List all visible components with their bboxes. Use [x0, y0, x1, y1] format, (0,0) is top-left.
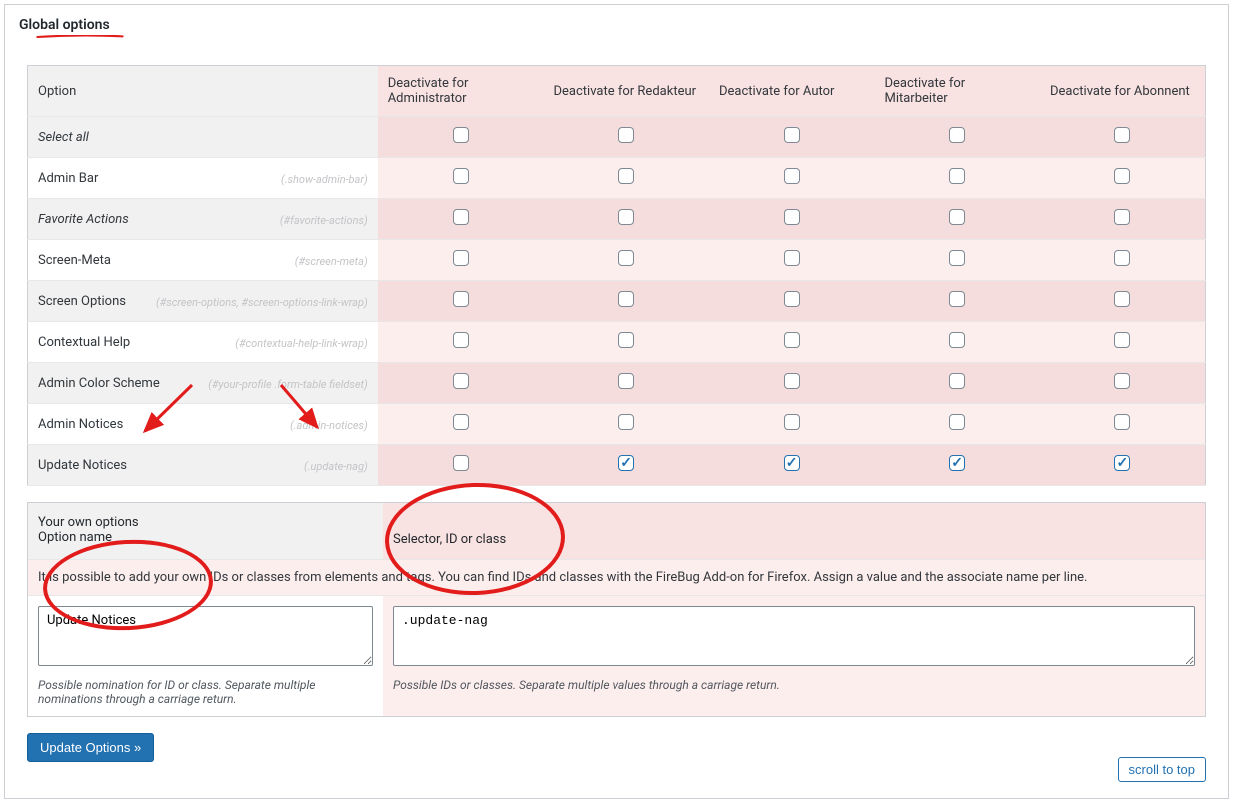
option-checkbox[interactable]	[1114, 209, 1130, 225]
option-slug: (#favorite-actions)	[280, 212, 368, 227]
option-checkbox[interactable]	[784, 127, 800, 143]
option-label: Select all	[38, 130, 89, 145]
option-checkbox[interactable]	[618, 209, 634, 225]
table-row: Contextual Help (#contextual-help-link-wr…	[28, 322, 1206, 363]
option-checkbox[interactable]	[618, 250, 634, 266]
option-checkbox[interactable]	[949, 250, 965, 266]
option-slug: (#screen-options, #screen-options-link-w…	[156, 294, 368, 309]
option-checkbox[interactable]	[784, 250, 800, 266]
table-row: Favorite Actions (#favorite-actions)	[28, 199, 1206, 240]
option-label: Favorite Actions	[38, 212, 129, 227]
option-label: Admin Notices	[38, 417, 123, 432]
option-checkbox[interactable]	[1114, 291, 1130, 307]
panel-body: Option Deactivate for Administrator Deac…	[5, 65, 1228, 782]
table-row: Screen Options (#screen-options, #screen-…	[28, 281, 1206, 322]
option-label: Update Notices	[38, 458, 127, 473]
option-checkbox[interactable]	[1114, 250, 1130, 266]
option-label: Screen-Meta	[38, 253, 111, 268]
scroll-to-top-button[interactable]: scroll to top	[1118, 757, 1206, 782]
option-checkbox[interactable]	[949, 127, 965, 143]
option-checkbox[interactable]	[453, 209, 469, 225]
table-row: Admin Color Scheme (#your-profile .form-t…	[28, 363, 1206, 404]
table-row: Screen-Meta (#screen-meta)	[28, 240, 1206, 281]
option-checkbox[interactable]	[618, 168, 634, 184]
col-header-admin: Deactivate for Administrator	[378, 66, 544, 117]
option-checkbox[interactable]	[453, 250, 469, 266]
option-label: Admin Color Scheme	[38, 376, 160, 391]
col-header-abonnent: Deactivate for Abonnent	[1040, 66, 1206, 117]
option-checkbox[interactable]	[784, 332, 800, 348]
option-checkbox[interactable]	[784, 414, 800, 430]
option-checkbox[interactable]	[618, 373, 634, 389]
option-checkbox[interactable]	[784, 455, 800, 471]
option-checkbox[interactable]	[949, 414, 965, 430]
own-name-label: Option name	[38, 530, 373, 545]
col-header-mitarbeiter: Deactivate for Mitarbeiter	[874, 66, 1040, 117]
option-checkbox[interactable]	[453, 127, 469, 143]
update-options-button[interactable]: Update Options »	[27, 733, 154, 762]
option-checkbox[interactable]	[1114, 373, 1130, 389]
option-checkbox[interactable]	[949, 373, 965, 389]
option-slug: (#your-profile .form-table fieldset)	[208, 376, 368, 391]
option-checkbox[interactable]	[784, 168, 800, 184]
option-checkbox[interactable]	[453, 291, 469, 307]
option-checkbox[interactable]	[453, 168, 469, 184]
own-options-description: It is possible to add your own IDs or cl…	[28, 560, 1205, 596]
option-checkbox[interactable]	[949, 168, 965, 184]
option-slug: (#screen-meta)	[295, 253, 368, 268]
own-options-heading: Your own options	[38, 515, 373, 530]
table-row: Select all	[28, 117, 1206, 158]
option-checkbox[interactable]	[949, 291, 965, 307]
own-selector-input[interactable]	[393, 606, 1195, 666]
option-checkbox[interactable]	[784, 291, 800, 307]
own-options-box: Your own options Option name Selector, I…	[27, 502, 1206, 717]
option-slug: (.show-admin-bar)	[281, 171, 368, 186]
table-row: Update Notices (.update-nag)	[28, 445, 1206, 486]
option-checkbox[interactable]	[453, 373, 469, 389]
option-checkbox[interactable]	[1114, 455, 1130, 471]
own-selector-label: Selector, ID or class	[393, 532, 1195, 547]
option-checkbox[interactable]	[949, 209, 965, 225]
own-name-input[interactable]	[38, 606, 373, 666]
option-checkbox[interactable]	[453, 332, 469, 348]
option-checkbox[interactable]	[1114, 332, 1130, 348]
option-checkbox[interactable]	[618, 332, 634, 348]
options-table: Option Deactivate for Administrator Deac…	[27, 65, 1206, 486]
option-checkbox[interactable]	[453, 414, 469, 430]
option-checkbox[interactable]	[949, 332, 965, 348]
option-checkbox[interactable]	[949, 455, 965, 471]
option-label: Admin Bar	[38, 171, 98, 186]
option-label: Contextual Help	[38, 335, 130, 350]
col-header-autor: Deactivate for Autor	[709, 66, 874, 117]
option-checkbox[interactable]	[1114, 127, 1130, 143]
option-checkbox[interactable]	[784, 373, 800, 389]
global-options-panel: Global options Option Deactivate for Adm…	[4, 4, 1229, 799]
col-header-redakteur: Deactivate for Redakteur	[544, 66, 709, 117]
table-row: Admin Bar (.show-admin-bar)	[28, 158, 1206, 199]
option-checkbox[interactable]	[618, 291, 634, 307]
option-checkbox[interactable]	[618, 414, 634, 430]
table-row: Admin Notices (.admin-notices)	[28, 404, 1206, 445]
option-checkbox[interactable]	[618, 455, 634, 471]
option-checkbox[interactable]	[1114, 168, 1130, 184]
option-checkbox[interactable]	[784, 209, 800, 225]
option-checkbox[interactable]	[1114, 414, 1130, 430]
option-label: Screen Options	[38, 294, 126, 309]
own-name-hint: Possible nomination for ID or class. Sep…	[38, 678, 373, 706]
option-checkbox[interactable]	[453, 455, 469, 471]
option-slug: (#contextual-help-link-wrap)	[235, 335, 367, 350]
own-selector-hint: Possible IDs or classes. Separate multip…	[393, 678, 1195, 692]
option-slug: (.update-nag)	[304, 458, 368, 473]
panel-title: Global options	[5, 5, 1228, 43]
option-slug: (.admin-notices)	[290, 417, 368, 432]
option-checkbox[interactable]	[618, 127, 634, 143]
col-header-option: Option	[28, 66, 378, 117]
